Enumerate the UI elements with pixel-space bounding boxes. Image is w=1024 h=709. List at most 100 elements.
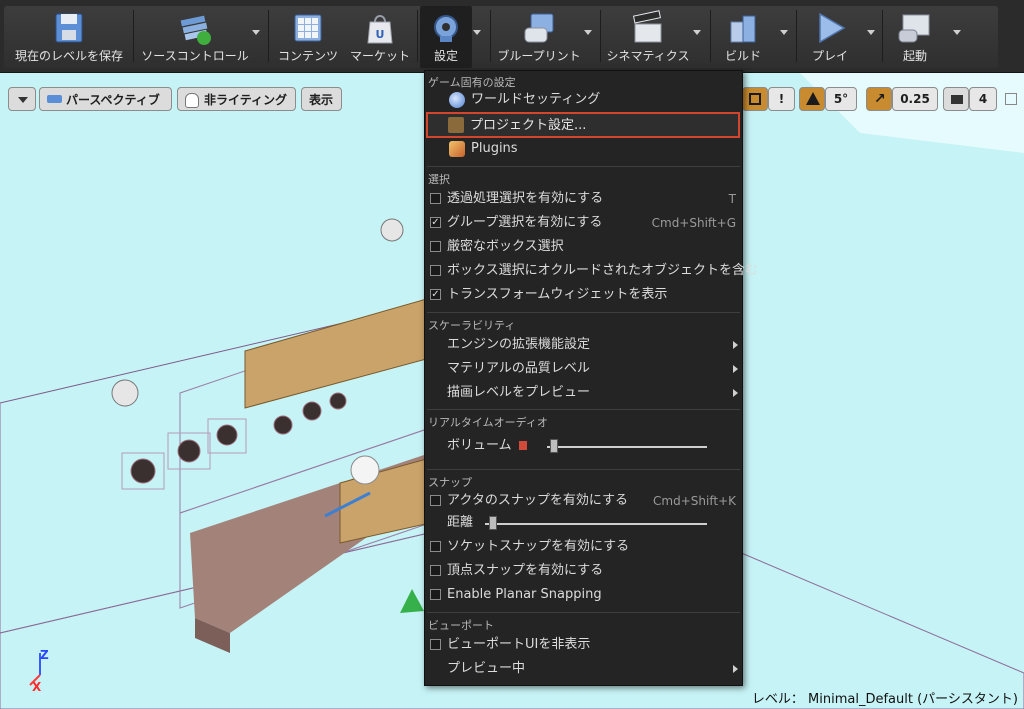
submenu-arrow-icon: [733, 365, 738, 373]
menu-item-actor-snap[interactable]: アクタのスナップを有効にする Cmd+Shift+K: [427, 490, 740, 512]
blueprint-dropdown-icon[interactable]: [584, 30, 592, 35]
toolbar-separator: [268, 10, 269, 62]
level-name-label: レベル： Minimal_Default (パーシスタント): [751, 692, 1018, 707]
menu-separator: [427, 409, 740, 410]
source-control-dropdown-icon[interactable]: [252, 30, 260, 35]
volume-slider-thumb[interactable]: [550, 439, 559, 453]
build-dropdown-icon[interactable]: [780, 30, 788, 35]
speaker-mute-icon: [519, 441, 527, 450]
build-button[interactable]: ビルド: [714, 6, 772, 68]
menu-separator: [427, 469, 740, 470]
checkbox-unchecked[interactable]: [430, 193, 441, 204]
grid-snap-value[interactable]: !: [768, 87, 795, 111]
section-header-game-settings: ゲーム固有の設定: [428, 76, 516, 89]
settings-button[interactable]: 設定: [420, 6, 472, 68]
toolbar-separator: [882, 10, 883, 62]
menu-item-box-select-occluded[interactable]: ボックス選択にオクルードされたオブジェクトを含む: [427, 260, 758, 282]
perspective-icon: [47, 95, 62, 103]
menu-item-plugins[interactable]: Plugins: [427, 138, 740, 160]
toolbar-separator: [133, 10, 134, 62]
menu-item-vertex-snap[interactable]: 頂点スナップを有効にする: [427, 560, 740, 582]
checkbox-unchecked[interactable]: [430, 589, 441, 600]
content-grid-icon: [294, 14, 322, 42]
section-header-selection: 選択: [428, 173, 450, 186]
axis-z-label: Z: [40, 648, 49, 662]
menu-item-volume: ボリューム: [427, 435, 740, 457]
content-button[interactable]: コンテンツ: [272, 6, 344, 68]
menu-item-show-transform-widget[interactable]: ✓ トランスフォームウィジェットを表示: [427, 284, 740, 306]
settings-dropdown-icon[interactable]: [473, 30, 481, 35]
source-control-button[interactable]: ソースコントロール: [136, 6, 254, 68]
submenu-arrow-icon: [733, 341, 738, 349]
volume-slider-track[interactable]: [547, 446, 707, 448]
menu-separator: [427, 166, 740, 167]
menu-item-preview[interactable]: プレビュー中: [427, 658, 740, 680]
menu-item-translucent-selection[interactable]: 透過処理選択を有効にする T: [427, 188, 740, 210]
snap-distance-slider-track[interactable]: [485, 523, 707, 525]
menu-separator: [427, 612, 740, 613]
marketplace-button[interactable]: U マーケット: [346, 6, 414, 68]
scale-snap-toggle[interactable]: ↗: [866, 87, 892, 111]
menu-item-group-selection[interactable]: ✓ グループ選択を有効にする Cmd+Shift+G: [427, 212, 740, 234]
blueprint-icon: [524, 13, 554, 43]
launch-monitor-icon: [898, 14, 930, 43]
camera-icon: [951, 95, 963, 104]
perspective-button[interactable]: パースペクティブ: [39, 87, 172, 111]
menu-item-preview-rendering-level[interactable]: 描画レベルをプレビュー: [427, 382, 740, 404]
menu-item-hide-viewport-ui[interactable]: ビューポートUIを非表示: [427, 634, 740, 656]
menu-item-material-quality[interactable]: マテリアルの品質レベル: [427, 358, 740, 380]
menu-item-planar-snapping[interactable]: Enable Planar Snapping: [427, 584, 740, 606]
main-toolbar: 現在のレベルを保存 ソースコントロール コンテンツ U マーケット 設定 ブルー…: [0, 0, 1024, 73]
snap-distance-slider-thumb[interactable]: [489, 516, 498, 530]
blueprint-button[interactable]: ブループリント: [494, 6, 584, 68]
toolbar-separator: [600, 10, 601, 62]
toolbar-separator: [490, 10, 491, 62]
menu-item-world-settings[interactable]: ワールドセッティング: [427, 89, 740, 111]
cinematics-button[interactable]: シネマティクス: [604, 6, 692, 68]
scale-snap-value[interactable]: 0.25: [892, 87, 938, 111]
play-dropdown-icon[interactable]: [867, 30, 875, 35]
checkbox-unchecked[interactable]: [430, 639, 441, 650]
checkbox-unchecked[interactable]: [430, 241, 441, 252]
play-icon: [819, 12, 846, 44]
camera-speed-button[interactable]: [943, 87, 969, 111]
checkbox-checked[interactable]: ✓: [430, 289, 441, 300]
section-header-realtime-audio: リアルタイムオーディオ: [428, 416, 548, 429]
section-header-viewport: ビューポート: [428, 619, 494, 632]
menu-item-socket-snap[interactable]: ソケットスナップを有効にする: [427, 536, 740, 558]
camera-speed-value[interactable]: 4: [969, 87, 997, 111]
launch-dropdown-icon[interactable]: [953, 30, 961, 35]
rotation-snap-toggle[interactable]: [799, 87, 825, 111]
checkbox-unchecked[interactable]: [430, 541, 441, 552]
menu-item-snap-distance: 距離: [427, 512, 740, 534]
checkbox-unchecked[interactable]: [430, 265, 441, 276]
maximize-viewport-icon[interactable]: [1005, 93, 1017, 105]
viewport-options-button[interactable]: [8, 87, 36, 111]
menu-item-strict-box-selection[interactable]: 厳密なボックス選択: [427, 236, 740, 258]
settings-menu: ゲーム固有の設定 ワールドセッティング プロジェクト設定... Plugins …: [424, 70, 758, 686]
cinematics-dropdown-icon[interactable]: [693, 30, 701, 35]
launch-button[interactable]: 起動: [886, 6, 944, 68]
rotation-snap-value[interactable]: 5°: [825, 87, 857, 111]
play-button[interactable]: プレイ: [800, 6, 860, 68]
rotation-icon: [806, 92, 820, 105]
section-header-scalability: スケーラビリティ: [428, 319, 516, 332]
checkbox-unchecked[interactable]: [430, 495, 441, 506]
checkbox-checked[interactable]: ✓: [430, 217, 441, 228]
submenu-arrow-icon: [733, 389, 738, 397]
show-button[interactable]: 表示: [301, 87, 342, 111]
checkbox-unchecked[interactable]: [430, 565, 441, 576]
menu-item-engine-scalability[interactable]: エンジンの拡張機能設定: [427, 334, 740, 356]
gear-icon: [434, 15, 458, 42]
shield-icon: [185, 93, 199, 108]
save-level-button[interactable]: 現在のレベルを保存: [8, 6, 130, 68]
grid-icon: [749, 93, 761, 105]
menu-separator: [427, 312, 740, 313]
plugin-icon: [449, 141, 465, 157]
lighting-mode-button[interactable]: 非ライティング: [177, 87, 296, 111]
grid-snap-toggle[interactable]: [742, 87, 768, 111]
project-settings-icon: [448, 117, 464, 133]
menu-item-project-settings[interactable]: プロジェクト設定...: [426, 112, 740, 138]
submenu-arrow-icon: [733, 665, 738, 673]
section-header-snap: スナップ: [428, 476, 472, 489]
